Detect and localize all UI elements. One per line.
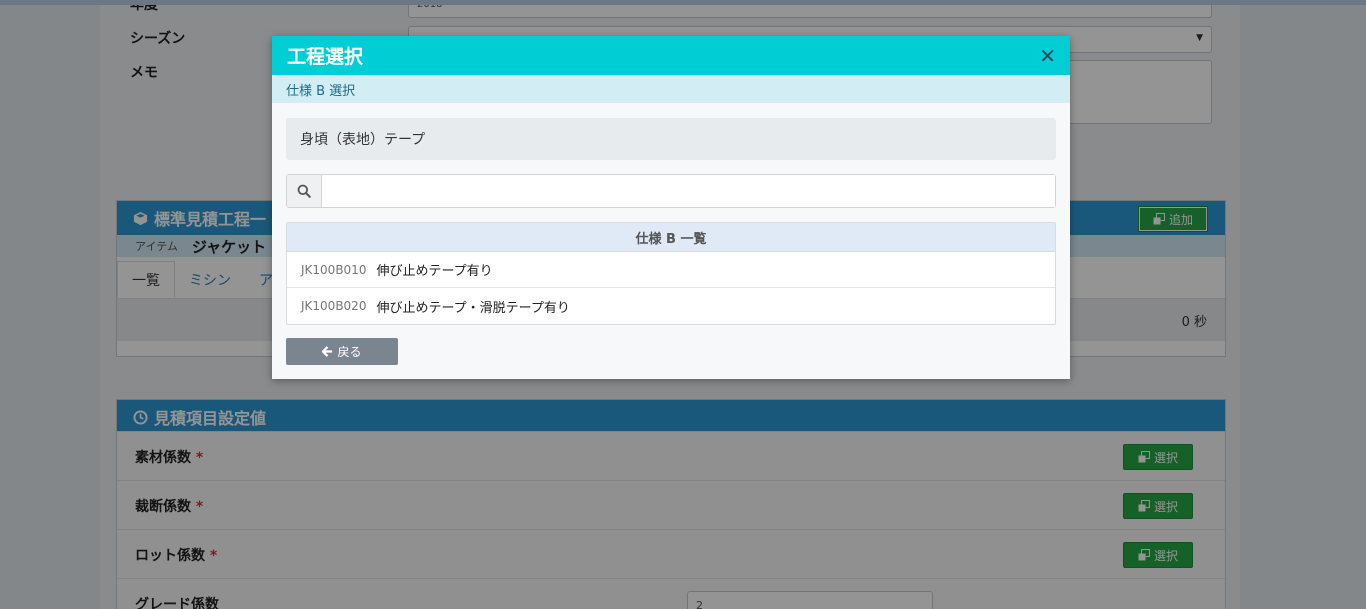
selected-process-label: 身頃（表地）テープ — [300, 132, 426, 148]
selected-process: 身頃（表地）テープ — [286, 118, 1056, 160]
item-code: JK100B020 — [301, 299, 367, 313]
search-input[interactable] — [322, 175, 1055, 207]
arrow-left-icon — [322, 346, 333, 357]
search-icon — [297, 184, 311, 198]
list-item[interactable]: JK100B010 伸び止めテープ有り — [287, 252, 1055, 288]
back-button-label: 戻る — [337, 345, 362, 359]
back-button[interactable]: 戻る — [286, 338, 398, 365]
item-label: 伸び止めテープ有り — [376, 264, 493, 279]
item-label: 伸び止めテープ・滑脱テープ有り — [376, 300, 570, 316]
search-group — [286, 174, 1056, 208]
list-item[interactable]: JK100B020 伸び止めテープ・滑脱テープ有り — [287, 288, 1055, 324]
spec-b-list: 仕様 B 一覧 JK100B010 伸び止めテープ有り JK100B020 伸び… — [286, 222, 1056, 325]
item-code: JK100B010 — [301, 262, 367, 277]
close-icon[interactable]: ✕ — [1039, 46, 1056, 66]
breadcrumb: 仕様 B 選択 — [272, 75, 1070, 103]
modal-header: 工程選択 ✕ — [272, 36, 1070, 75]
list-header: 仕様 B 一覧 — [287, 223, 1055, 252]
window-frame — [0, 0, 1366, 5]
search-addon — [287, 175, 322, 207]
modal-title: 工程選択 — [287, 46, 364, 68]
process-select-modal: 工程選択 ✕ 仕様 B 選択 身頃（表地）テープ 仕様 B 一覧 JK100B0… — [272, 36, 1070, 379]
